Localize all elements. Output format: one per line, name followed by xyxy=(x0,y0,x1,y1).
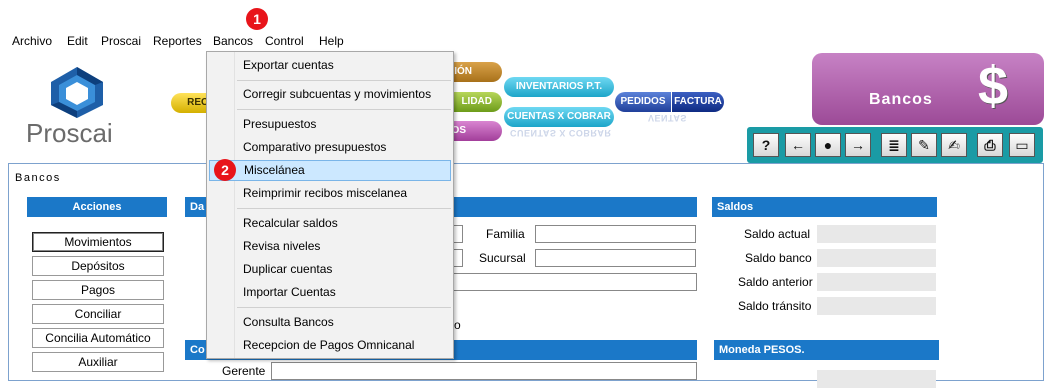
datos-trailing-text: o xyxy=(454,318,461,332)
menu-item-reimprimir-recibos[interactable]: Reimprimir recibos miscelanea xyxy=(209,183,451,204)
saldo-banco-label: Saldo banco xyxy=(745,251,812,265)
concilia-automatico-button[interactable]: Concilia Automático xyxy=(32,328,164,348)
edit-note-icon[interactable]: ✎ xyxy=(911,133,937,157)
saldo-anterior-value xyxy=(817,273,936,291)
menu-item-exportar-cuentas[interactable]: Exportar cuentas xyxy=(209,55,451,76)
menu-item-consulta-bancos[interactable]: Consulta Bancos xyxy=(209,312,451,333)
forward-arrow-icon[interactable]: → xyxy=(845,133,871,157)
datos-field-3[interactable] xyxy=(453,273,697,291)
depositos-button[interactable]: Depósitos xyxy=(32,256,164,276)
menu-help[interactable]: Help xyxy=(319,34,344,48)
saldo-actual-label: Saldo actual xyxy=(744,227,811,241)
menu-item-recalcular-saldos[interactable]: Recalcular saldos xyxy=(209,213,451,234)
dollar-icon: $ xyxy=(978,56,1009,116)
menu-separator xyxy=(237,80,451,81)
datos-field-2[interactable] xyxy=(453,249,463,267)
logo-text: Proscai xyxy=(26,118,113,148)
auxiliar-button[interactable]: Auxiliar xyxy=(32,352,164,372)
conciliar-button[interactable]: Conciliar xyxy=(32,304,164,324)
back-arrow-icon[interactable]: ← xyxy=(785,133,811,157)
list-icon[interactable]: ≣ xyxy=(881,133,907,157)
menu-item-corregir-subcuentas[interactable]: Corregir subcuentas y movimientos xyxy=(209,84,451,105)
nav-pill-inventarios[interactable]: INVENTARIOS P.T. xyxy=(504,77,614,97)
pill-reflection-ventas: VENTAS xyxy=(648,113,687,123)
pill-reflection: CUENTAS X COBRAR xyxy=(510,128,612,138)
sucursal-label: Sucursal xyxy=(479,251,526,265)
menu-separator xyxy=(237,208,451,209)
menu-edit[interactable]: Edit xyxy=(67,34,88,48)
saldo-anterior-label: Saldo anterior xyxy=(738,275,813,289)
saldo-transito-value xyxy=(817,297,936,315)
module-banner: Bancos $ xyxy=(812,53,1044,125)
gerente-field[interactable] xyxy=(271,362,697,380)
frame-title: Bancos xyxy=(15,172,61,184)
saldo-actual-value xyxy=(817,225,936,243)
help-icon[interactable]: ? xyxy=(753,133,779,157)
menu-bancos[interactable]: Bancos xyxy=(213,34,253,48)
menu-control[interactable]: Control xyxy=(265,34,304,48)
saldo-transito-label: Saldo tránsito xyxy=(738,299,812,313)
familia-field[interactable] xyxy=(535,225,696,243)
menu-reportes[interactable]: Reportes xyxy=(153,34,202,48)
movimientos-button[interactable]: Movimientos xyxy=(32,232,164,252)
sign-icon[interactable]: ✍ xyxy=(941,133,967,157)
moneda-header: Moneda PESOS. xyxy=(714,340,939,360)
menu-item-recepcion-pagos[interactable]: Recepcion de Pagos Omnicanal xyxy=(209,335,451,356)
pagos-button[interactable]: Pagos xyxy=(32,280,164,300)
menu-proscai[interactable]: Proscai xyxy=(101,34,141,48)
module-title: Bancos xyxy=(869,91,933,108)
proscai-logo-icon xyxy=(51,67,103,118)
saldo-banco-value xyxy=(817,249,936,267)
menu-archivo[interactable]: Archivo xyxy=(12,34,52,48)
print-icon[interactable]: ⎙ xyxy=(977,133,1003,157)
nav-pill-factura[interactable]: FACTURA xyxy=(672,92,724,112)
menu-separator xyxy=(237,109,451,110)
bancos-dropdown-menu: Exportar cuentas Corregir subcuentas y m… xyxy=(206,51,454,359)
menu-item-importar-cuentas[interactable]: Importar Cuentas xyxy=(209,282,451,303)
step-marker-1: 1 xyxy=(246,8,268,30)
search-icon[interactable]: ● xyxy=(815,133,841,157)
acciones-header: Acciones xyxy=(27,197,167,217)
menu-item-revisa-niveles[interactable]: Revisa niveles xyxy=(209,236,451,257)
menu-item-miscelanea[interactable]: Miscelánea xyxy=(209,160,451,181)
saldos-header: Saldos xyxy=(712,197,937,217)
sucursal-field[interactable] xyxy=(535,249,696,267)
datos-field-1[interactable] xyxy=(453,225,463,243)
gerente-label: Gerente xyxy=(222,364,266,378)
toolbar: ? ← ● → ≣ ✎ ✍ ⎙ ▭ xyxy=(747,127,1043,163)
menu-item-presupuestos[interactable]: Presupuestos xyxy=(209,114,451,135)
step-marker-2: 2 xyxy=(214,159,236,181)
familia-label: Familia xyxy=(486,227,525,241)
menu-item-duplicar-cuentas[interactable]: Duplicar cuentas xyxy=(209,259,451,280)
nav-pill-cuentas-cobrar[interactable]: CUENTAS X COBRAR xyxy=(504,107,614,127)
window-icon[interactable]: ▭ xyxy=(1009,133,1035,157)
moneda-value xyxy=(817,370,936,388)
menu-bar: Archivo Edit Proscai Reportes Bancos Con… xyxy=(0,31,1055,51)
menu-item-comparativo-presupuestos[interactable]: Comparativo presupuestos xyxy=(209,137,451,158)
nav-pill-pedidos[interactable]: PEDIDOS xyxy=(615,92,671,112)
menu-separator xyxy=(237,307,451,308)
